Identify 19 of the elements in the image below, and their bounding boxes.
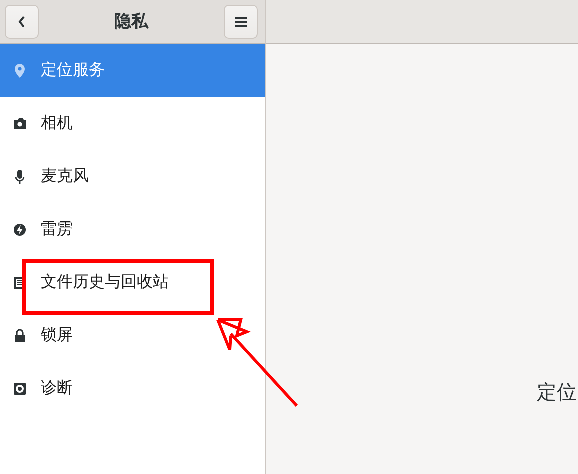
sidebar-item[interactable]: 雷雳 xyxy=(0,203,265,256)
sidebar-item[interactable]: 定位服务 xyxy=(0,44,265,97)
bolt-icon xyxy=(14,222,26,236)
sidebar-item[interactable]: 相机 xyxy=(0,97,265,150)
microphone-icon xyxy=(14,170,26,184)
lock-icon xyxy=(14,328,26,342)
menu-icon xyxy=(235,16,247,26)
sidebar-item[interactable]: 诊断 xyxy=(0,362,265,415)
circle-icon xyxy=(14,382,26,396)
back-icon xyxy=(17,14,27,28)
header-title: 隐私 xyxy=(114,11,148,33)
location-pin-icon xyxy=(14,64,26,78)
sidebar-item[interactable]: 锁屏 xyxy=(0,309,265,362)
sidebar-item[interactable]: 文件历史与回收站 xyxy=(0,256,265,309)
content-heading: 定位 xyxy=(537,379,577,406)
sidebar-item[interactable]: 麦克风 xyxy=(0,150,265,203)
menu-button[interactable] xyxy=(224,4,258,38)
camera-icon xyxy=(14,116,26,130)
back-button[interactable] xyxy=(5,4,39,38)
